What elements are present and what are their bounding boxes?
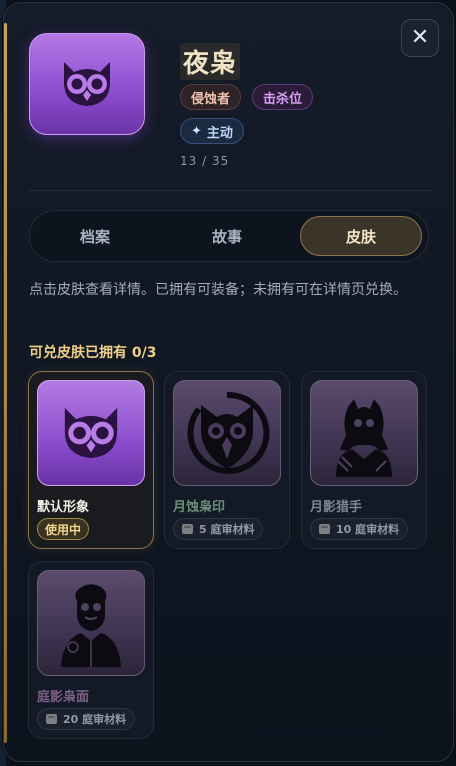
tab-profile[interactable]: 档案 bbox=[34, 216, 156, 256]
sparkle-icon: ✦ bbox=[191, 123, 202, 139]
hero-detail-panel: ✕ 夜枭 侵蚀者 击杀位 ✦ 主动 13 / 35 档案 故事 皮肤 点击皮肤查… bbox=[3, 2, 454, 762]
skin-name: 庭影枭面 bbox=[37, 690, 90, 705]
skin-name: 月影猎手 bbox=[310, 500, 363, 515]
owl-icon bbox=[64, 407, 118, 459]
class-tag: 侵蚀者 bbox=[180, 84, 242, 110]
tab-bar: 档案 故事 皮肤 bbox=[29, 210, 429, 262]
redeem-count: 可兑皮肤已拥有 0/3 bbox=[29, 345, 157, 361]
hero-name: 夜枭 bbox=[180, 43, 241, 80]
tab-story[interactable]: 故事 bbox=[166, 216, 288, 256]
skin-preview bbox=[310, 380, 418, 486]
accent-strip bbox=[4, 23, 7, 743]
skin-cost: 5 庭审材料 bbox=[173, 518, 264, 540]
owl-icon bbox=[64, 62, 110, 106]
skin-card-moon-hunter[interactable]: 月影猎手 10 庭审材料 bbox=[301, 371, 427, 549]
skin-cost: 20 庭审材料 bbox=[37, 708, 136, 730]
skin-preview bbox=[173, 380, 281, 486]
close-icon: ✕ bbox=[410, 25, 430, 50]
material-icon bbox=[319, 524, 330, 534]
material-icon bbox=[46, 714, 57, 724]
hero-progress: 13 / 35 bbox=[180, 154, 230, 168]
tab-skins[interactable]: 皮肤 bbox=[300, 216, 422, 256]
skin-cost-label: 20 庭审材料 bbox=[63, 713, 127, 726]
hooded-hunter-icon bbox=[336, 399, 392, 477]
skin-cost-label: 10 庭审材料 bbox=[336, 523, 400, 536]
in-use-badge: 使用中 bbox=[37, 518, 90, 540]
skin-card-default[interactable]: 默认形象 使用中 bbox=[28, 371, 154, 549]
skin-cost: 10 庭审材料 bbox=[310, 518, 409, 540]
skins-hint: 点击皮肤查看详情。已拥有可装备；未拥有可在详情页兑换。 bbox=[29, 282, 407, 298]
skin-cost-label: 5 庭审材料 bbox=[199, 523, 255, 536]
role-tag: 击杀位 bbox=[252, 84, 314, 110]
eclipse-owl-icon bbox=[187, 391, 270, 474]
material-icon bbox=[182, 524, 193, 534]
skin-preview bbox=[37, 380, 145, 486]
skin-card-eclipse-owl[interactable]: 月蚀枭印 5 庭审材料 bbox=[164, 371, 290, 549]
ability-type-tag: ✦ 主动 bbox=[180, 118, 244, 144]
hero-avatar bbox=[29, 33, 145, 135]
close-button[interactable]: ✕ bbox=[401, 19, 439, 57]
divider bbox=[29, 190, 433, 191]
skin-card-court-mask[interactable]: 庭影枭面 20 庭审材料 bbox=[28, 561, 154, 739]
skin-name: 月蚀枭印 bbox=[173, 500, 226, 515]
skin-name: 默认形象 bbox=[37, 500, 90, 515]
skin-preview bbox=[37, 570, 145, 676]
masked-figure-icon bbox=[61, 584, 121, 667]
ability-type-label: 主动 bbox=[206, 125, 233, 141]
